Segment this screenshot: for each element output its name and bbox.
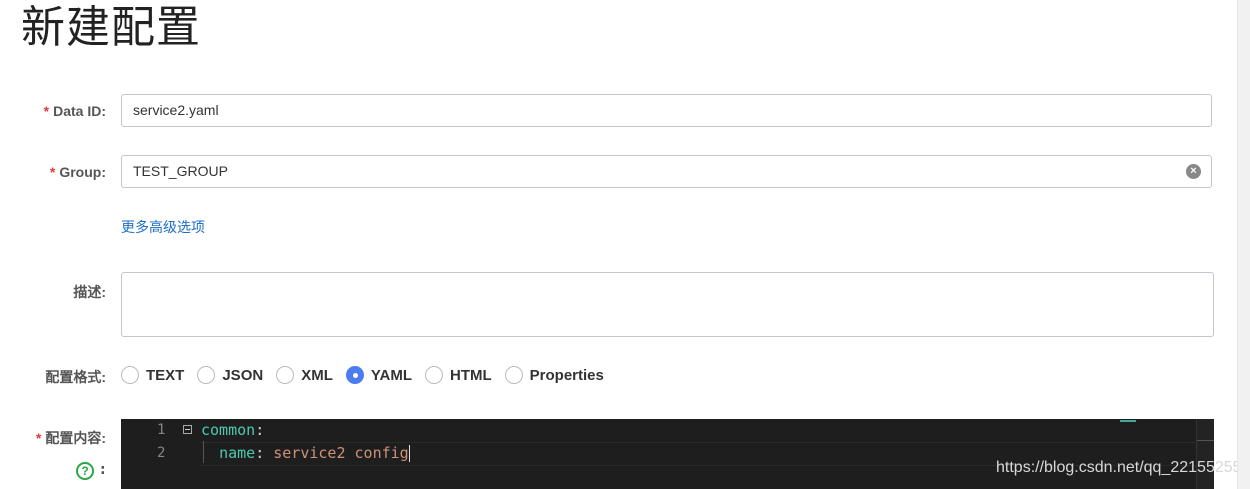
format-option-text[interactable]: TEXT bbox=[121, 366, 184, 384]
page-title: 新建配置 bbox=[21, 2, 201, 53]
format-option-xml[interactable]: XML bbox=[276, 366, 333, 384]
minimap-line bbox=[1120, 420, 1136, 422]
data-id-label: * Data ID: bbox=[43, 103, 106, 119]
code-editor[interactable]: 1 2 common: name: service2 config bbox=[121, 419, 1214, 489]
format-option-html[interactable]: HTML bbox=[425, 366, 492, 384]
data-id-input[interactable]: service2.yaml bbox=[121, 94, 1212, 127]
content-label: * 配置内容: bbox=[35, 430, 106, 446]
format-option-yaml[interactable]: YAML bbox=[345, 366, 412, 384]
line-gutter: 1 2 bbox=[121, 419, 171, 489]
help-colon: : bbox=[100, 462, 106, 478]
code-line-2: name: service2 config bbox=[201, 444, 410, 462]
group-input-value: TEST_GROUP bbox=[133, 163, 228, 179]
format-option-json[interactable]: JSON bbox=[197, 366, 263, 384]
radio-circle[interactable] bbox=[504, 366, 523, 384]
radio-circle[interactable] bbox=[197, 366, 216, 384]
radio-circle[interactable] bbox=[276, 366, 295, 384]
format-radio-group: TEXT JSON XML YAML HTML Properties bbox=[121, 363, 617, 387]
format-label: 配置格式: bbox=[45, 369, 106, 385]
yaml-value: service2 config bbox=[273, 444, 409, 462]
fold-collapse-icon[interactable] bbox=[183, 425, 192, 434]
required-mark: * bbox=[43, 103, 50, 119]
group-input[interactable]: TEST_GROUP × bbox=[121, 155, 1212, 188]
yaml-separator: : bbox=[255, 421, 265, 439]
help-circle-icon[interactable]: ? bbox=[76, 462, 94, 480]
radio-circle[interactable] bbox=[121, 366, 139, 384]
scrollbar-marker bbox=[1197, 440, 1214, 441]
required-mark: * bbox=[35, 430, 42, 446]
yaml-key: name bbox=[219, 444, 256, 462]
format-option-properties[interactable]: Properties bbox=[504, 366, 604, 384]
yaml-key: common bbox=[201, 421, 256, 439]
yaml-separator: : bbox=[255, 444, 274, 462]
line-number: 2 bbox=[157, 445, 166, 461]
description-label: 描述: bbox=[73, 284, 106, 300]
editor-minimap[interactable] bbox=[1116, 419, 1196, 489]
description-textarea[interactable] bbox=[121, 272, 1214, 337]
text-cursor bbox=[408, 445, 410, 462]
radio-circle-checked[interactable] bbox=[345, 366, 364, 384]
group-label: * Group: bbox=[49, 164, 106, 180]
radio-circle[interactable] bbox=[425, 366, 443, 384]
advanced-options-link[interactable]: 更多高级选项 bbox=[121, 217, 205, 237]
required-mark: * bbox=[49, 164, 56, 180]
editor-scrollbar[interactable] bbox=[1196, 419, 1214, 489]
clear-circle-icon[interactable]: × bbox=[1186, 164, 1201, 179]
watermark: https://blog.csdn.net/qq_22155255 bbox=[996, 459, 1242, 476]
page-scrollbar[interactable] bbox=[1237, 0, 1250, 489]
code-line-1: common: bbox=[201, 421, 264, 439]
line-number: 1 bbox=[157, 422, 166, 438]
